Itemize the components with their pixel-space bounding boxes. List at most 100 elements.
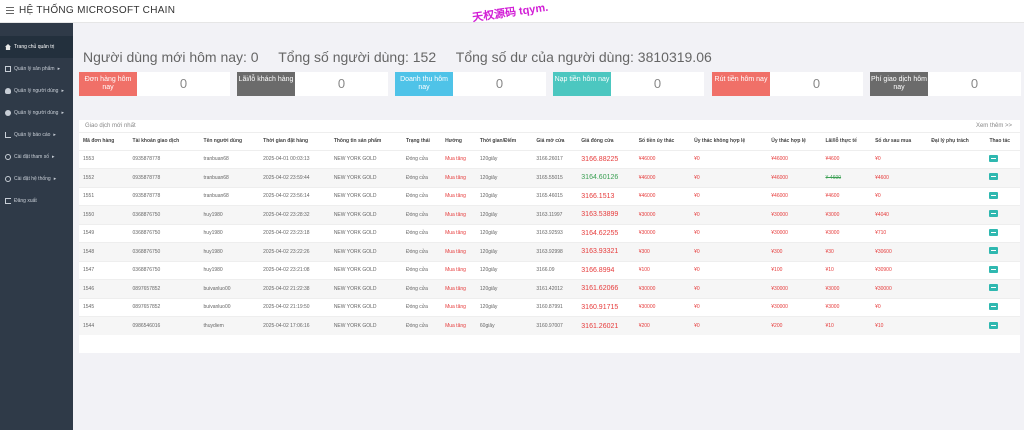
cell-status: Đóng cửa (401, 279, 442, 298)
table-row: 1546 0897657852 buivanluo00 2025-04-02 21:2… (79, 279, 1020, 298)
cell-time: 2025-04-02 23:56:14 (259, 186, 330, 206)
cell-amount: ¥30000 (634, 223, 691, 243)
sidebar-item-6[interactable]: Cài đặt hệ thống ▸ (0, 168, 73, 190)
cell-open: 3165.46015 (532, 186, 578, 206)
column-header: Đại lý phụ trách (931, 138, 969, 145)
cell-balance: ¥30600 (871, 242, 928, 261)
sidebar-item-0[interactable]: Trang chủ quản trị (0, 36, 73, 58)
cell-account: 0897657852 (128, 297, 200, 317)
cell-agent (927, 168, 986, 187)
chevron-right-icon: ▸ (53, 176, 57, 182)
chevron-right-icon: ▸ (52, 154, 55, 160)
cell-direction: Mua tăng (441, 297, 476, 317)
box-icon (5, 66, 11, 72)
card-value: 0 (495, 76, 504, 91)
cell-agent (927, 186, 986, 206)
summary-card[interactable]: Lãi/lỗ khách hàng 0 (237, 72, 388, 96)
action-button[interactable] (989, 228, 999, 236)
action-button[interactable] (989, 321, 999, 329)
sidebar-item-1[interactable]: Quản lý sản phẩm ▸ (0, 58, 73, 80)
cell-time: 2025-04-02 23:21:08 (259, 260, 330, 280)
cell-agent (927, 297, 986, 317)
logout-icon (5, 198, 11, 204)
cell-account: 0897657852 (128, 279, 200, 298)
cell-agent (927, 205, 986, 224)
card-label: Doanh thu hôm nay (395, 72, 453, 96)
action-button[interactable] (989, 247, 999, 255)
cell-period: 120giây (475, 168, 533, 187)
cell-action (985, 149, 1020, 169)
cell-user: huy1980 (199, 260, 260, 280)
cell-close: 3161.26021 (577, 316, 635, 335)
cell-close: 3161.62066 (577, 279, 635, 298)
card-label: Đơn hàng hôm nay (79, 72, 137, 96)
cell-valid: ¥46000 (767, 168, 822, 187)
summary-card[interactable]: Đơn hàng hôm nay 0 (79, 72, 230, 96)
cell-close: 3163.93321 (577, 242, 635, 261)
cell-account: 0368876750 (128, 260, 200, 280)
cell-direction: Mua tăng (441, 149, 476, 169)
summary-card[interactable]: Rút tiền hôm nay 0 (712, 72, 863, 96)
action-button[interactable] (989, 302, 999, 310)
cell-account: 0935878778 (128, 149, 200, 169)
action-button[interactable] (989, 210, 999, 218)
sidebar-item-4[interactable]: Quản lý báo cáo ▸ (0, 124, 73, 146)
cell-balance: ¥4040 (871, 205, 928, 224)
cell-status: Đóng cửa (401, 168, 442, 187)
column-header: Số tiền ủy thác (638, 138, 675, 145)
summary-card[interactable]: Doanh thu hôm nay 0 (395, 72, 546, 96)
cell-close: 3164.62255 (577, 223, 635, 243)
cell-agent (927, 223, 986, 243)
cell-amount: ¥30000 (634, 205, 691, 224)
card-value: 0 (812, 76, 821, 91)
view-more-link[interactable]: Xem thêm >> (976, 123, 1012, 129)
sidebar-item-5[interactable]: Cài đặt tham số ▸ (0, 146, 73, 168)
card-value: 0 (970, 76, 979, 91)
cell-pnl: ¥30 (821, 242, 872, 261)
cell-product: NEW YORK GOLD (329, 260, 402, 280)
cell-user: thuydiem (199, 316, 260, 335)
menu-toggle-icon[interactable] (6, 7, 14, 15)
cell-period: 120giây (475, 297, 533, 317)
cell-id: 1551 (79, 186, 129, 206)
cell-balance: ¥30000 (871, 279, 928, 298)
summary-card[interactable]: Nạp tiền hôm nay 0 (553, 72, 704, 96)
cell-pnl: ¥10 (821, 316, 872, 335)
total-users-stat: Tổng số người dùng: 152 (278, 49, 437, 65)
cell-invalid: ¥0 (690, 205, 768, 224)
chevron-right-icon: ▸ (61, 110, 64, 116)
cell-product: NEW YORK GOLD (329, 316, 402, 335)
table-row: 1552 0935878778 tranbuan68 2025-04-02 23:59… (79, 168, 1020, 187)
cell-pnl: ¥3000 (821, 297, 872, 317)
card-value: 0 (653, 76, 662, 91)
cell-action (985, 242, 1020, 261)
card-value: 0 (337, 76, 346, 91)
latest-transactions-panel: Giao dịch mới nhất Xem thêm >> Mã đơn hà… (79, 120, 1020, 353)
column-header: Tên người dùng (203, 138, 243, 145)
cell-balance: ¥10 (871, 316, 928, 335)
sidebar-item-3[interactable]: Quản lý người dùng ▸ (0, 102, 73, 124)
table-row: 1547 0368876750 huy1980 2025-04-02 23:21:08… (79, 260, 1020, 280)
cell-user: buivanluo00 (199, 297, 260, 317)
action-button[interactable] (989, 191, 999, 199)
action-button[interactable] (989, 173, 999, 181)
chevron-right-icon: ▸ (53, 132, 56, 138)
top-bar: HỆ THỐNG MICROSOFT CHAIN 天权源码 tqym. (0, 0, 1024, 24)
cell-product: NEW YORK GOLD (329, 186, 402, 206)
app-title: HỆ THỐNG MICROSOFT CHAIN (19, 5, 176, 16)
sidebar: Trang chủ quản trị Quản lý sản phẩm ▸ Qu… (0, 23, 73, 430)
action-button[interactable] (989, 265, 999, 273)
summary-card[interactable]: Phí giao dịch hôm nay 0 (870, 72, 1021, 96)
cell-product: NEW YORK GOLD (329, 242, 402, 261)
cell-close: 3163.53899 (577, 205, 635, 224)
action-button[interactable] (989, 154, 999, 162)
column-header: Ủy thác không hợp lệ (694, 138, 746, 145)
cell-amount: ¥100 (634, 260, 691, 280)
cell-period: 120giây (475, 260, 533, 280)
action-button[interactable] (989, 284, 999, 292)
sidebar-item-2[interactable]: Quản lý người dùng ▸ (0, 80, 73, 102)
sidebar-item-7[interactable]: Đăng xuất (0, 190, 73, 212)
gear-icon (5, 176, 11, 182)
cell-id: 1547 (79, 260, 129, 280)
cell-id: 1546 (79, 279, 129, 298)
